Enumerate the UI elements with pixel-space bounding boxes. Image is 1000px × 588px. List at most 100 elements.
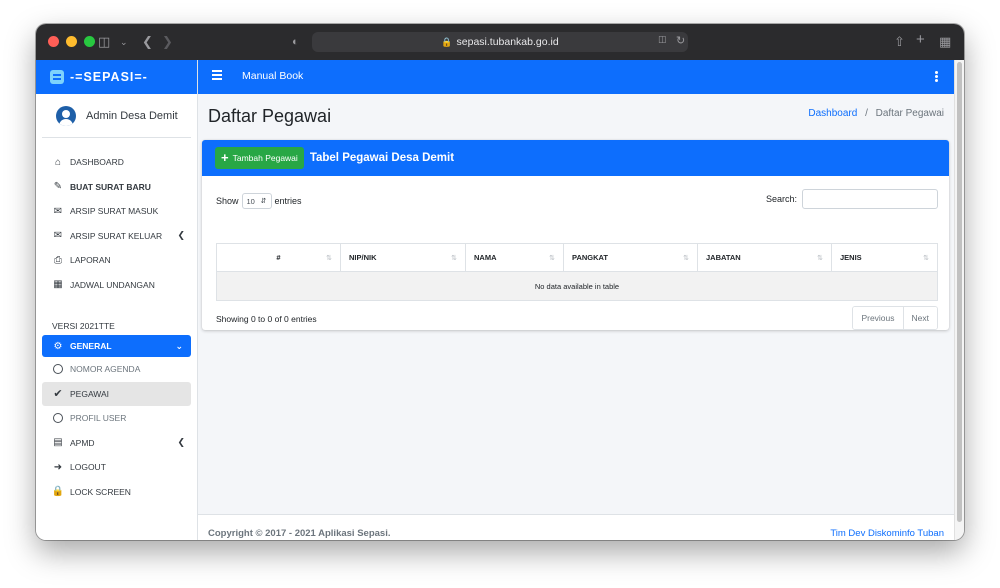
check-circle-icon: ✔ [53, 388, 63, 401]
scrollbar-thumb[interactable] [957, 62, 962, 522]
printer-icon: ⎙ [54, 254, 62, 266]
sidebar-item-dashboard[interactable]: ⌂ DASHBOARD [36, 150, 197, 175]
sidebar-item-label: PROFIL USER [70, 413, 127, 424]
select-arrows-icon: ⇵ [260, 198, 267, 205]
entries-select-value: 10 [246, 196, 255, 206]
tab-overview-icon[interactable]: ▦ [939, 33, 951, 51]
column-header-label: # [276, 253, 281, 262]
user-panel[interactable]: Admin Desa Demit [42, 94, 191, 138]
sidebar-item-label: BUAT SURAT BARU [70, 181, 151, 192]
sidebar-item-buat-surat-baru[interactable]: ✎ BUAT SURAT BARU [36, 175, 197, 200]
sidebar-item-label: NOMOR AGENDA [70, 364, 141, 375]
add-pegawai-button[interactable]: + Tambah Pegawai [215, 147, 304, 169]
sidebar-item-lock-screen[interactable]: 🔒 LOCK SCREEN [36, 480, 197, 505]
column-header-label: NAMA [474, 253, 497, 262]
credit-link[interactable]: Tim Dev Diskominfo Tuban [830, 528, 944, 539]
column-header-number[interactable]: # ⇅ [217, 244, 341, 271]
entries-select[interactable]: 10 ⇵ [241, 193, 272, 209]
reload-icon[interactable]: ↻ [676, 34, 685, 47]
brand[interactable]: -=SEPASI=- [36, 60, 197, 94]
version-header: VERSI 2021TTE [52, 321, 115, 331]
page-title: Daftar Pegawai [208, 106, 332, 126]
column-header-nama[interactable]: NAMA ⇅ [466, 244, 564, 271]
sidebar-item-general[interactable]: ⚙ GENERAL ⌄ [42, 335, 191, 357]
next-page-button[interactable]: Next [902, 307, 937, 329]
sort-icon: ⇅ [326, 254, 332, 262]
sidebar-item-label: GENERAL [70, 341, 112, 351]
edit-icon: ✎ [53, 181, 63, 193]
breadcrumb-dashboard-link[interactable]: Dashboard [808, 108, 857, 119]
previous-page-button[interactable]: Previous [853, 307, 903, 329]
browser-window: ◫ ⌄ ❮ ❯ ◐ 🔒 sepasi.tubankab.go.id ◫ ↻ ⇧ … [36, 24, 964, 540]
column-header-jenis[interactable]: JENIS ⇅ [832, 244, 937, 271]
breadcrumb-separator: / [865, 108, 868, 119]
page-scrollbar[interactable] [954, 60, 964, 540]
sidebar-toggle-icon[interactable]: ◫ [98, 33, 110, 51]
sidebar-item-label: APMD [70, 437, 95, 448]
menu-icon[interactable] [212, 70, 222, 72]
column-header-label: NIP/NIK [349, 253, 377, 262]
breadcrumb: Dashboard / Daftar Pegawai [808, 108, 944, 119]
more-vertical-icon[interactable] [935, 71, 938, 74]
sidebar-item-pegawai[interactable]: ✔ PEGAWAI [42, 381, 191, 406]
column-header-pangkat[interactable]: PANGKAT ⇅ [564, 244, 698, 271]
inbox-icon: ✉ [53, 205, 63, 217]
datatable-controls: Show 10 ⇵ entries Search: [216, 189, 938, 211]
datatable-footer: Showing 0 to 0 of 0 entries Previous Nex… [216, 306, 938, 330]
browser-toolbar: ◫ ⌄ ❮ ❯ ◐ 🔒 sepasi.tubankab.go.id ◫ ↻ ⇧ … [36, 24, 964, 60]
chevron-down-icon[interactable]: ⌄ [120, 33, 128, 51]
search-label: Search: [765, 194, 797, 204]
manual-book-link[interactable]: Manual Book [242, 70, 303, 82]
column-header-jabatan[interactable]: JABATAN ⇅ [698, 244, 832, 271]
card-title: Tabel Pegawai Desa Demit [309, 152, 455, 164]
pegawai-card: + Tambah Pegawai Tabel Pegawai Desa Demi… [202, 140, 949, 330]
sidebar-item-arsip-surat-masuk[interactable]: ✉ ARSIP SURAT MASUK [36, 199, 197, 224]
sort-icon: ⇅ [817, 254, 823, 262]
sort-icon: ⇅ [683, 254, 689, 262]
add-pegawai-label: Tambah Pegawai [232, 153, 298, 163]
sidebar-item-logout[interactable]: ➜ LOGOUT [36, 455, 197, 480]
forward-icon[interactable]: ❯ [162, 33, 173, 51]
search-input[interactable] [802, 189, 938, 209]
column-header-label: JENIS [840, 253, 862, 262]
chevron-down-icon: ⌄ [175, 340, 183, 351]
minimize-window-button[interactable] [66, 36, 77, 47]
close-window-button[interactable] [48, 36, 59, 47]
lock-icon: 🔒 [441, 36, 453, 47]
home-icon: ⌂ [54, 156, 62, 168]
sidebar-item-arsip-surat-keluar[interactable]: ✉ ARSIP SURAT KELUAR ❮ [36, 224, 197, 249]
calendar-icon: ▦ [53, 279, 63, 291]
sidebar-menu: ⌂ DASHBOARD ✎ BUAT SURAT BARU ✉ ARSIP SU… [36, 138, 197, 504]
zoom-window-button[interactable] [84, 36, 95, 47]
sidebar-item-profil-user[interactable]: PROFIL USER [36, 406, 197, 431]
sidebar-item-jadwal-undangan[interactable]: ▦ JADWAL UNDANGAN [36, 273, 197, 298]
sidebar-item-apmd[interactable]: ▤ APMD ❮ [36, 431, 197, 456]
sidebar-item-label: LAPORAN [70, 255, 111, 266]
show-label: Show [216, 196, 239, 206]
logo-icon [50, 70, 64, 84]
id-card-icon: ▤ [53, 437, 63, 449]
share-icon[interactable]: ⇧ [894, 33, 905, 51]
sidebar-item-laporan[interactable]: ⎙ LAPORAN [36, 248, 197, 273]
back-icon[interactable]: ❮ [142, 33, 153, 51]
plus-icon: + [221, 150, 229, 165]
gear-icon: ⚙ [53, 340, 63, 352]
new-tab-icon[interactable]: + [916, 31, 925, 49]
sidebar-item-label: PEGAWAI [70, 388, 110, 399]
logout-icon: ➜ [53, 461, 63, 473]
circle-icon [52, 412, 64, 424]
sort-icon: ⇅ [451, 254, 457, 262]
pagination: Previous Next [852, 306, 938, 330]
content-header: Daftar Pegawai Dashboard / Daftar Pegawa… [198, 94, 954, 140]
table-info: Showing 0 to 0 of 0 entries [216, 314, 317, 324]
privacy-shield-icon[interactable]: ◐ [292, 33, 299, 51]
page-footer: Copyright © 2017 - 2021 Aplikasi Sepasi.… [198, 514, 954, 540]
sidebar-item-label: LOGOUT [70, 462, 106, 473]
lock-icon: 🔒 [51, 486, 65, 498]
translate-icon[interactable]: ◫ [658, 34, 667, 45]
address-bar[interactable]: 🔒 sepasi.tubankab.go.id [312, 32, 688, 52]
sort-icon: ⇅ [549, 254, 555, 262]
table-header-row: # ⇅ NIP/NIK ⇅ NAMA ⇅ PANGKAT ⇅ JABATAN ⇅… [216, 243, 938, 272]
column-header-nip[interactable]: NIP/NIK ⇅ [341, 244, 466, 271]
sidebar-item-nomor-agenda[interactable]: NOMOR AGENDA [36, 357, 197, 382]
